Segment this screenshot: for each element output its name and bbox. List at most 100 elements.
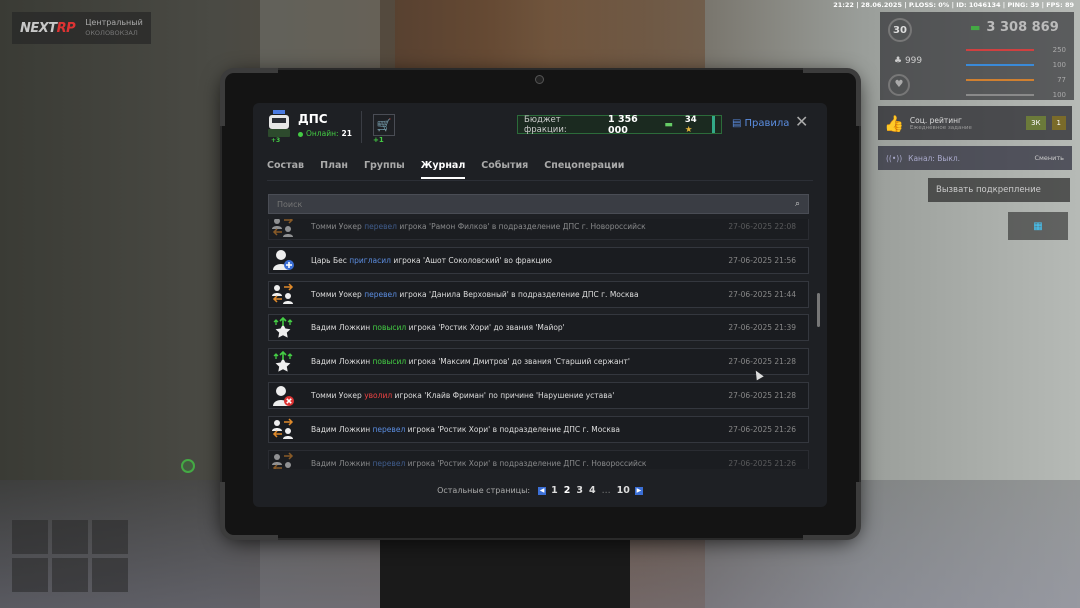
invite-user-icon <box>269 248 297 273</box>
social-rating-panel[interactable]: 👍 Соц. рейтинг Ежедневное задание 3К 1 <box>878 106 1072 140</box>
hud-stat-value: 100 <box>1052 90 1066 99</box>
pager-prev-icon[interactable]: ◀ <box>538 486 547 495</box>
police-car-icon <box>268 110 290 137</box>
fire-user-icon <box>269 383 297 408</box>
star-icon: ★ <box>684 124 693 135</box>
log-actor: Вадим Ложкин <box>311 323 371 333</box>
inventory-slot[interactable] <box>92 520 128 554</box>
log-details: игрока 'Рамон Филков' в подразделение ДП… <box>399 222 646 231</box>
log-row[interactable]: Вадим Ложкин повысил игрока 'Максим Дмит… <box>268 348 809 376</box>
page-link[interactable]: 4 <box>588 485 597 496</box>
page-link[interactable]: 1 <box>550 485 559 496</box>
log-details: игрока 'Клайв Фриман' по причине 'Наруше… <box>394 391 615 400</box>
cart-icon: 🛒 <box>376 118 392 132</box>
transfer-icon <box>269 282 297 307</box>
log-details: игрока 'Ростик Хори' до звания 'Майор' <box>408 323 565 333</box>
shop-cart-button[interactable]: 🛒 <box>373 114 395 136</box>
hud-stat-bar: 250 <box>966 42 1066 57</box>
logo-region: Центральный <box>85 18 143 27</box>
log-row[interactable]: Вадим Ложкин перевел игрока 'Ростик Хори… <box>268 415 809 443</box>
social-title: Соц. рейтинг <box>909 115 962 125</box>
inventory-slot[interactable] <box>12 558 48 592</box>
transfer-icon <box>269 451 297 469</box>
tab-3[interactable]: Журнал <box>420 160 466 179</box>
log-time: 27-06-2025 21:28 <box>728 357 796 367</box>
inventory-slot[interactable] <box>12 520 48 554</box>
hud-stat-value: 100 <box>1052 60 1066 69</box>
inventory-slot[interactable] <box>92 558 128 592</box>
log-action: повысил <box>372 323 407 333</box>
tab-1[interactable]: План <box>320 160 348 179</box>
cart-badge: +1 <box>373 136 384 144</box>
log-row[interactable]: Томми Уокер перевел игрока 'Рамон Филков… <box>268 219 809 240</box>
log-row[interactable]: Томми Уокер уволил игрока 'Клайв Фриман'… <box>268 382 809 409</box>
log-action: уволил <box>364 391 393 400</box>
channel-label: Канал: Выкл. <box>908 153 961 163</box>
logo-brand-b: RP <box>56 20 76 36</box>
tab-4[interactable]: События <box>481 160 528 179</box>
log-scrollbar[interactable] <box>817 293 820 327</box>
call-backup-button[interactable]: Вызвать подкрепление <box>928 178 1070 202</box>
hud-stat-fill <box>966 78 1034 81</box>
log-row[interactable]: Томми Уокер перевел игрока 'Данила Верхо… <box>268 280 809 308</box>
log-text: Вадим Ложкин перевел игрока 'Ростик Хори… <box>311 425 708 434</box>
rules-link[interactable]: Правила <box>732 118 789 129</box>
radio-channel[interactable]: ((•)) Канал: Выкл. Сменить <box>878 146 1072 170</box>
tab-2[interactable]: Группы <box>364 160 405 179</box>
log-row[interactable]: Вадим Ложкин повысил игрока 'Ростик Хори… <box>268 314 809 342</box>
log-text: Вадим Ложкин перевел игрока 'Ростик Хори… <box>311 459 708 468</box>
page-link[interactable]: 10 <box>616 485 631 496</box>
search-icon[interactable]: ⌕ <box>795 199 800 209</box>
pager-next-icon[interactable]: ▶ <box>634 486 643 495</box>
player-hud: 30 ▬ 3 308 869 ♣ 999 ♥ 250 100 77 100 <box>880 12 1074 100</box>
search-box[interactable]: ⌕ <box>268 194 809 214</box>
channel-switch[interactable]: Сменить <box>1034 154 1064 162</box>
log-action: повысил <box>372 357 407 367</box>
log-text: Томми Уокер перевел игрока 'Данила Верхо… <box>311 290 708 299</box>
tablet-header: +3 ДПС Онлайн: 21 🛒 +1 Бюджет фракции: 1 … <box>253 103 827 149</box>
social-chip: 3К <box>1026 116 1046 130</box>
log-time: 27-06-2025 22:08 <box>728 222 796 231</box>
tab-bar: Состав План Группы Журнал События Спецопераци… <box>267 160 624 179</box>
log-details: игрока 'Ашот Соколовский' во фракцию <box>393 255 552 265</box>
log-text: Царь Бес пригласил игрока 'Ашот Соколовс… <box>311 256 708 265</box>
log-time: 27-06-2025 21:44 <box>728 289 796 299</box>
inventory-slot[interactable] <box>52 520 88 554</box>
hud-stat-bar: 100 <box>966 87 1066 102</box>
server-logo: NEXTRP Центральный ОКОЛОВОКЗАЛ <box>12 12 151 44</box>
transfer-icon <box>269 417 297 442</box>
hud-stat-bar: 77 <box>966 72 1066 87</box>
log-actor: Томми Уокер <box>311 289 362 299</box>
transfer-icon <box>269 219 297 239</box>
log-time: 27-06-2025 21:56 <box>728 255 796 265</box>
search-input[interactable] <box>277 199 795 209</box>
pager-label: Остальные страницы: <box>437 486 531 495</box>
faction-budget: Бюджет фракции: 1 356 000 ▬ 34 ★ <box>517 113 722 136</box>
log-text: Томми Уокер перевел игрока 'Рамон Филков… <box>311 222 708 231</box>
log-time: 27-06-2025 21:39 <box>728 323 796 333</box>
log-details: игрока 'Данила Верховный' в подразделени… <box>399 289 639 299</box>
promote-star-icon <box>269 349 297 374</box>
log-row[interactable]: Царь Бес пригласил игрока 'Ашот Соколовс… <box>268 246 809 274</box>
inventory-slot[interactable] <box>52 558 88 592</box>
social-chip-2: 1 <box>1051 116 1066 130</box>
log-details: игрока 'Ростик Хори' в подразделение ДПС… <box>407 458 647 468</box>
log-row[interactable]: Вадим Ложкин перевел игрока 'Ростик Хори… <box>268 449 809 469</box>
grid-icon: ▦ <box>1033 220 1043 232</box>
health-value: ♣ 999 <box>894 56 923 66</box>
tablet-camera <box>535 75 544 84</box>
pager-ellipsis: ... <box>601 485 611 496</box>
log-text: Вадим Ложкин повысил игрока 'Максим Дмит… <box>311 357 708 366</box>
tab-0[interactable]: Состав <box>267 160 304 179</box>
budget-value: 1 356 000 <box>608 113 638 136</box>
tab-5[interactable]: Спецоперации <box>544 160 624 179</box>
log-actor: Вадим Ложкин <box>311 458 371 468</box>
page-link[interactable]: 2 <box>563 485 572 496</box>
social-sub: Ежедневное задание <box>909 124 972 131</box>
hud-stat-bar: 100 <box>966 57 1066 72</box>
online-indicator: Онлайн: 21 <box>298 129 352 138</box>
close-icon[interactable]: ✕ <box>795 114 808 130</box>
page-link[interactable]: 3 <box>575 485 584 496</box>
thumbs-up-icon: 👍 <box>884 113 904 133</box>
tablet-screen: +3 ДПС Онлайн: 21 🛒 +1 Бюджет фракции: 1 … <box>253 103 827 507</box>
